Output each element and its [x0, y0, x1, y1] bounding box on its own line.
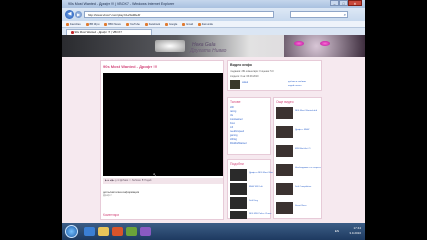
- uploader-avatar[interactable]: [230, 80, 240, 89]
- video-thumbnail[interactable]: [230, 211, 247, 219]
- banner-face-image: [284, 35, 365, 57]
- site-favicon-icon: [71, 31, 74, 34]
- language-indicator[interactable]: EN: [335, 229, 339, 233]
- comments-heading: Коментари: [103, 213, 120, 217]
- tag-link[interactable]: drift: [230, 107, 234, 109]
- bookmark-item[interactable]: Facebook: [144, 21, 160, 27]
- video-info-heading: Видео инфо: [230, 63, 252, 67]
- tag-link[interactable]: needforspeed: [230, 131, 244, 133]
- mouse-cursor-icon: ↖: [153, 172, 157, 177]
- video-thumbnail[interactable]: [276, 126, 293, 138]
- desktop-screen: 90s Most Wanted - Дрифт !!! | VBOX7 - Wi…: [62, 0, 365, 240]
- minimize-button[interactable]: –: [330, 0, 339, 6]
- related-videos-panel: Подобни Дрифт в NFS Most Wanted BMW M3 D…: [227, 159, 276, 219]
- internet-explorer-icon[interactable]: [84, 227, 95, 236]
- bookmark-icon: [125, 22, 129, 26]
- video-meta-row: сподели: 0 на: 03.09.2010: [230, 75, 259, 78]
- tag-link[interactable]: bmw: [230, 123, 235, 125]
- video-thumbnail[interactable]: [276, 164, 293, 176]
- media-player-icon[interactable]: [112, 227, 123, 236]
- tag-link[interactable]: racing: [230, 111, 236, 113]
- related-video-link[interactable]: NFS MW Police Chase: [249, 213, 271, 215]
- bookmark-icon: [197, 22, 201, 26]
- bookmark-icon: [104, 22, 108, 26]
- uploader-name[interactable]: valtek: [242, 82, 248, 84]
- video-title: 90s Most Wanted - Дрифт !!!: [103, 64, 158, 69]
- app-icon[interactable]: [140, 227, 151, 236]
- tag-link[interactable]: drifting: [230, 139, 237, 141]
- more-video-link[interactable]: Street Race: [295, 205, 307, 207]
- tag-link[interactable]: gaming: [230, 135, 238, 137]
- bookmark-icon: [85, 22, 89, 26]
- search-icon[interactable]: ⌕: [344, 12, 346, 18]
- tag-link[interactable]: nfs: [230, 115, 233, 117]
- more-video-link[interactable]: Необходимост от скорост: [295, 167, 321, 169]
- window-title: 90s Most Wanted - Дрифт !!! | VBOX7 - Wi…: [68, 2, 175, 6]
- folder-icon[interactable]: [98, 227, 109, 236]
- tab-strip: 90s Most Wanted - Дрифт !!! | VBOX7: [62, 28, 365, 35]
- additional-info-text: Дрифт !: [103, 194, 113, 197]
- video-stats-row: гледания: 261 коментари: 0 оценка: 5.0: [230, 70, 274, 73]
- favorites-bar: Favorites ВВ Игри BBC News YouTube Faceb…: [62, 21, 365, 28]
- video-action-bar[interactable]: ▶ ■ ◀ ▶ ◎ ✉ Добави ☆ Любими ⚑ Подай: [103, 178, 223, 184]
- eye-graphic: [320, 41, 330, 46]
- bookmark-item[interactable]: BBC News: [104, 21, 121, 27]
- windows-taskbar: EN 17:44 3.9.2010: [62, 223, 365, 240]
- related-video-link[interactable]: BMW M3 Drift: [249, 186, 263, 188]
- tag-link[interactable]: mostwanted: [230, 119, 242, 121]
- related-heading: Подобни: [230, 162, 244, 166]
- report-link[interactable]: подай сигнал: [288, 85, 302, 87]
- banner-logo[interactable]: [155, 40, 185, 52]
- more-video-link[interactable]: Drift Compilation: [295, 186, 311, 188]
- bookmark-item[interactable]: Zamunda: [197, 21, 213, 27]
- more-videos-heading: Още видео: [276, 100, 294, 104]
- start-button[interactable]: [65, 225, 78, 238]
- video-player[interactable]: ↖: [103, 73, 223, 177]
- bookmark-icon: [66, 22, 69, 26]
- bookmark-item[interactable]: ВВ Игри: [85, 21, 99, 27]
- video-thumbnail[interactable]: [276, 145, 293, 157]
- video-thumbnail[interactable]: [276, 202, 293, 214]
- clock-date: 3.9.2010: [349, 230, 361, 235]
- video-thumbnail[interactable]: [276, 107, 293, 119]
- bookmark-item[interactable]: Gmail: [182, 21, 193, 27]
- address-bar[interactable]: http://www.vbox7.com/play:b1e5a90e4f: [84, 11, 274, 18]
- video-thumbnail[interactable]: [230, 169, 247, 181]
- close-button[interactable]: ✕: [348, 0, 362, 6]
- eye-graphic: [294, 41, 304, 46]
- bookmark-item[interactable]: Google: [164, 21, 177, 27]
- web-page: Нека Gala Другата Нивво 90s Most Wanted …: [62, 35, 365, 223]
- banner-text-line2: Другата Нивво: [190, 48, 227, 54]
- video-thumbnail[interactable]: [230, 183, 247, 195]
- more-videos-panel: Още видео NFS Most Wanted drift Дрифт с …: [273, 97, 322, 219]
- bookmark-icon: [144, 22, 148, 26]
- video-card: 90s Most Wanted - Дрифт !!! ↖ ▶ ■ ◀ ▶ ◎ …: [100, 60, 224, 220]
- search-input[interactable]: ⌕: [290, 11, 348, 18]
- video-thumbnail[interactable]: [230, 197, 247, 209]
- clock[interactable]: 17:44 3.9.2010: [349, 226, 361, 235]
- tag-link[interactable]: m3: [230, 127, 233, 129]
- window-titlebar: 90s Most Wanted - Дрифт !!! | VBOX7 - Wi…: [62, 0, 365, 8]
- bookmark-icon: [164, 22, 168, 26]
- forward-button[interactable]: ▶: [75, 11, 82, 18]
- video-thumbnail[interactable]: [276, 183, 293, 195]
- more-video-link[interactable]: NFS Most Wanted drift: [295, 110, 317, 112]
- bookmark-item[interactable]: Favorites: [66, 21, 81, 27]
- video-info-panel: Видео инфо гледания: 261 коментари: 0 оц…: [227, 60, 322, 91]
- site-banner: Нека Gala Другата Нивво: [62, 35, 365, 57]
- bookmark-icon: [182, 22, 186, 26]
- tags-heading: Тагове: [230, 100, 241, 104]
- app-icon[interactable]: [126, 227, 137, 236]
- related-video-link[interactable]: Drift King: [249, 200, 258, 202]
- more-video-link[interactable]: Дрифт с BMW: [295, 129, 309, 131]
- tag-link[interactable]: 90sMostWanted: [230, 143, 247, 145]
- maximize-button[interactable]: □: [339, 0, 348, 6]
- related-video-link[interactable]: Дрифт в NFS Most Wanted: [249, 172, 276, 174]
- navigation-bar: ◀ ▶ http://www.vbox7.com/play:b1e5a90e4f…: [62, 8, 365, 21]
- tags-panel: Тагове drift racing nfs mostwanted bmw m…: [227, 97, 271, 155]
- more-video-link[interactable]: MW Blacklist #1: [295, 148, 311, 150]
- bookmark-item[interactable]: YouTube: [125, 21, 140, 27]
- back-button[interactable]: ◀: [65, 10, 74, 19]
- add-favorite-link[interactable]: добави в любими: [288, 81, 306, 83]
